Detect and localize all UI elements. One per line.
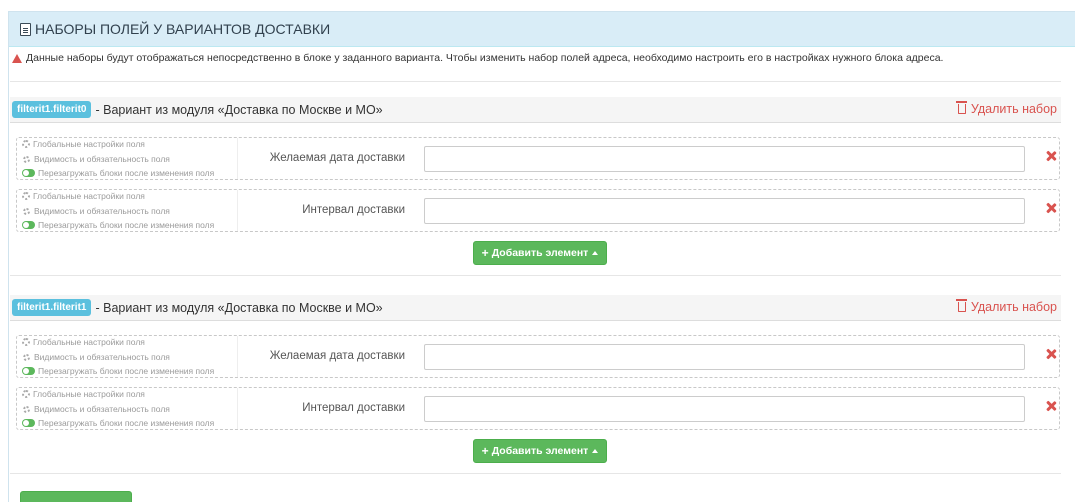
add-element-button[interactable]: + Добавить элемент (473, 241, 607, 265)
cogs-icon (22, 140, 30, 148)
field-set-header: filterit1.filterit1 - Вариант из модуля … (10, 295, 1061, 321)
reload-blocks-toggle[interactable]: Перезагружать блоки после изменения поля (22, 220, 214, 230)
field-row: Глобальные настройки поля Видимость и об… (16, 387, 1060, 430)
toggle-on-icon (22, 367, 35, 375)
field-options: Глобальные настройки поля Видимость и об… (17, 336, 238, 377)
cogs-icon (22, 192, 30, 200)
add-set-button[interactable] (20, 491, 132, 502)
field-value-input[interactable] (424, 198, 1025, 224)
cogs-icon (22, 338, 30, 346)
warning-icon (12, 53, 22, 63)
set-code-badge: filterit1.filterit1 (12, 299, 92, 316)
notice-text: Данные наборы будут отображаться непосре… (26, 52, 944, 64)
delete-set-button[interactable]: Удалить набор (955, 101, 1057, 116)
field-label: Желаемая дата доставки (269, 152, 405, 164)
visibility-settings-link[interactable]: Видимость и обязательность поля (22, 206, 170, 216)
global-settings-link[interactable]: Глобальные настройки поля (22, 139, 145, 149)
divider (10, 275, 1061, 276)
toggle-on-icon (22, 169, 35, 177)
field-value-input[interactable] (424, 146, 1025, 172)
field-label: Желаемая дата доставки (269, 350, 405, 362)
gear-icon (23, 353, 30, 361)
field-options: Глобальные настройки поля Видимость и об… (17, 138, 238, 179)
field-row: Глобальные настройки поля Видимость и об… (16, 189, 1060, 232)
delete-set-label: Удалить набор (970, 300, 1057, 314)
field-options: Глобальные настройки поля Видимость и об… (17, 190, 238, 231)
global-settings-link[interactable]: Глобальные настройки поля (22, 191, 145, 201)
trash-icon (955, 299, 967, 312)
gear-icon (23, 207, 30, 215)
remove-field-icon[interactable] (1046, 203, 1056, 213)
field-row: Глобальные настройки поля Видимость и об… (16, 137, 1060, 180)
field-row: Глобальные настройки поля Видимость и об… (16, 335, 1060, 378)
cogs-icon (22, 390, 30, 398)
add-element-button[interactable]: + Добавить элемент (473, 439, 607, 463)
global-settings-link[interactable]: Глобальные настройки поля (22, 389, 145, 399)
plus-icon: + (481, 246, 489, 260)
set-title: - Вариант из модуля «Доставка по Москве … (95, 300, 383, 315)
toggle-on-icon (22, 419, 35, 427)
visibility-settings-link[interactable]: Видимость и обязательность поля (22, 352, 170, 362)
panel-heading: НАБОРЫ ПОЛЕЙ У ВАРИАНТОВ ДОСТАВКИ (9, 12, 1075, 47)
toggle-on-icon (22, 221, 35, 229)
info-notice: Данные наборы будут отображаться непосре… (12, 52, 943, 64)
set-title: - Вариант из модуля «Доставка по Москве … (95, 102, 383, 117)
trash-icon (955, 101, 967, 114)
field-options: Глобальные настройки поля Видимость и об… (17, 388, 238, 429)
field-label: Интервал доставки (302, 204, 405, 216)
caret-up-icon (592, 251, 599, 255)
field-value-input[interactable] (424, 344, 1025, 370)
panel-title: НАБОРЫ ПОЛЕЙ У ВАРИАНТОВ ДОСТАВКИ (35, 21, 331, 37)
caret-up-icon (592, 449, 599, 453)
remove-field-icon[interactable] (1046, 349, 1056, 359)
remove-field-icon[interactable] (1046, 151, 1056, 161)
reload-blocks-toggle[interactable]: Перезагружать блоки после изменения поля (22, 168, 214, 178)
gear-icon (23, 155, 30, 163)
delete-set-label: Удалить набор (970, 102, 1057, 116)
delete-set-button[interactable]: Удалить набор (955, 299, 1057, 314)
global-settings-link[interactable]: Глобальные настройки поля (22, 337, 145, 347)
field-value-input[interactable] (424, 396, 1025, 422)
visibility-settings-link[interactable]: Видимость и обязательность поля (22, 404, 170, 414)
divider (10, 473, 1061, 474)
plus-icon: + (481, 444, 489, 458)
document-icon (20, 22, 31, 36)
set-code-badge: filterit1.filterit0 (12, 101, 92, 118)
field-label: Интервал доставки (302, 402, 405, 414)
visibility-settings-link[interactable]: Видимость и обязательность поля (22, 154, 170, 164)
gear-icon (23, 405, 30, 413)
remove-field-icon[interactable] (1046, 401, 1056, 411)
divider (10, 81, 1061, 82)
field-set-header: filterit1.filterit0 - Вариант из модуля … (10, 97, 1061, 123)
reload-blocks-toggle[interactable]: Перезагружать блоки после изменения поля (22, 418, 214, 428)
reload-blocks-toggle[interactable]: Перезагружать блоки после изменения поля (22, 366, 214, 376)
